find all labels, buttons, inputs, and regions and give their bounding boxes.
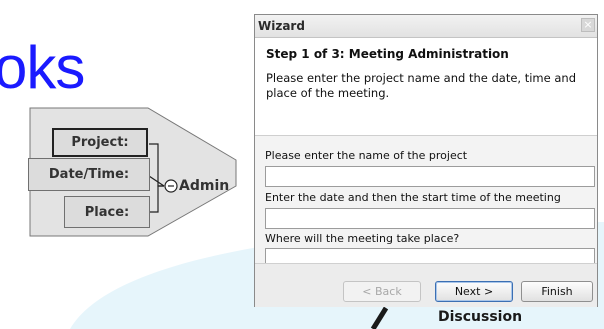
finish-button[interactable]: Finish xyxy=(521,281,593,302)
project-name-input[interactable] xyxy=(265,166,595,187)
back-button[interactable]: < Back xyxy=(343,281,421,302)
wizard-dialog: Wizard × Step 1 of 3: Meeting Administra… xyxy=(254,14,598,307)
project-field-label: Project: xyxy=(71,135,129,150)
wizard-footer: < Back Next > Finish xyxy=(255,263,597,307)
wizard-body: Please enter the name of the project Ent… xyxy=(255,135,597,269)
date-time-input[interactable] xyxy=(265,208,595,229)
step-description: Please enter the project name and the da… xyxy=(266,71,577,100)
next-button[interactable]: Next > xyxy=(435,281,513,302)
place-field-label: Place: xyxy=(84,204,130,220)
wizard-titlebar[interactable]: Wizard × xyxy=(255,15,597,38)
date-time-label: Enter the date and then the start time o… xyxy=(265,191,561,204)
place-field-box: Place: xyxy=(64,196,150,228)
wizard-header: Step 1 of 3: Meeting Administration Plea… xyxy=(255,38,597,134)
background-text-fragment: oks xyxy=(0,34,85,101)
datetime-field-label: Date/Time: xyxy=(48,167,130,182)
admin-group-label: Admin xyxy=(179,178,230,194)
step-title: Step 1 of 3: Meeting Administration xyxy=(266,47,509,61)
discussion-node-label: Discussion xyxy=(438,309,523,325)
place-label: Where will the meeting take place? xyxy=(265,232,460,245)
project-name-label: Please enter the name of the project xyxy=(265,149,468,162)
wizard-title: Wizard xyxy=(258,19,305,33)
project-field-box: Project: xyxy=(52,128,148,157)
datetime-field-box: Date/Time: xyxy=(28,158,150,191)
close-icon[interactable]: × xyxy=(581,18,595,32)
